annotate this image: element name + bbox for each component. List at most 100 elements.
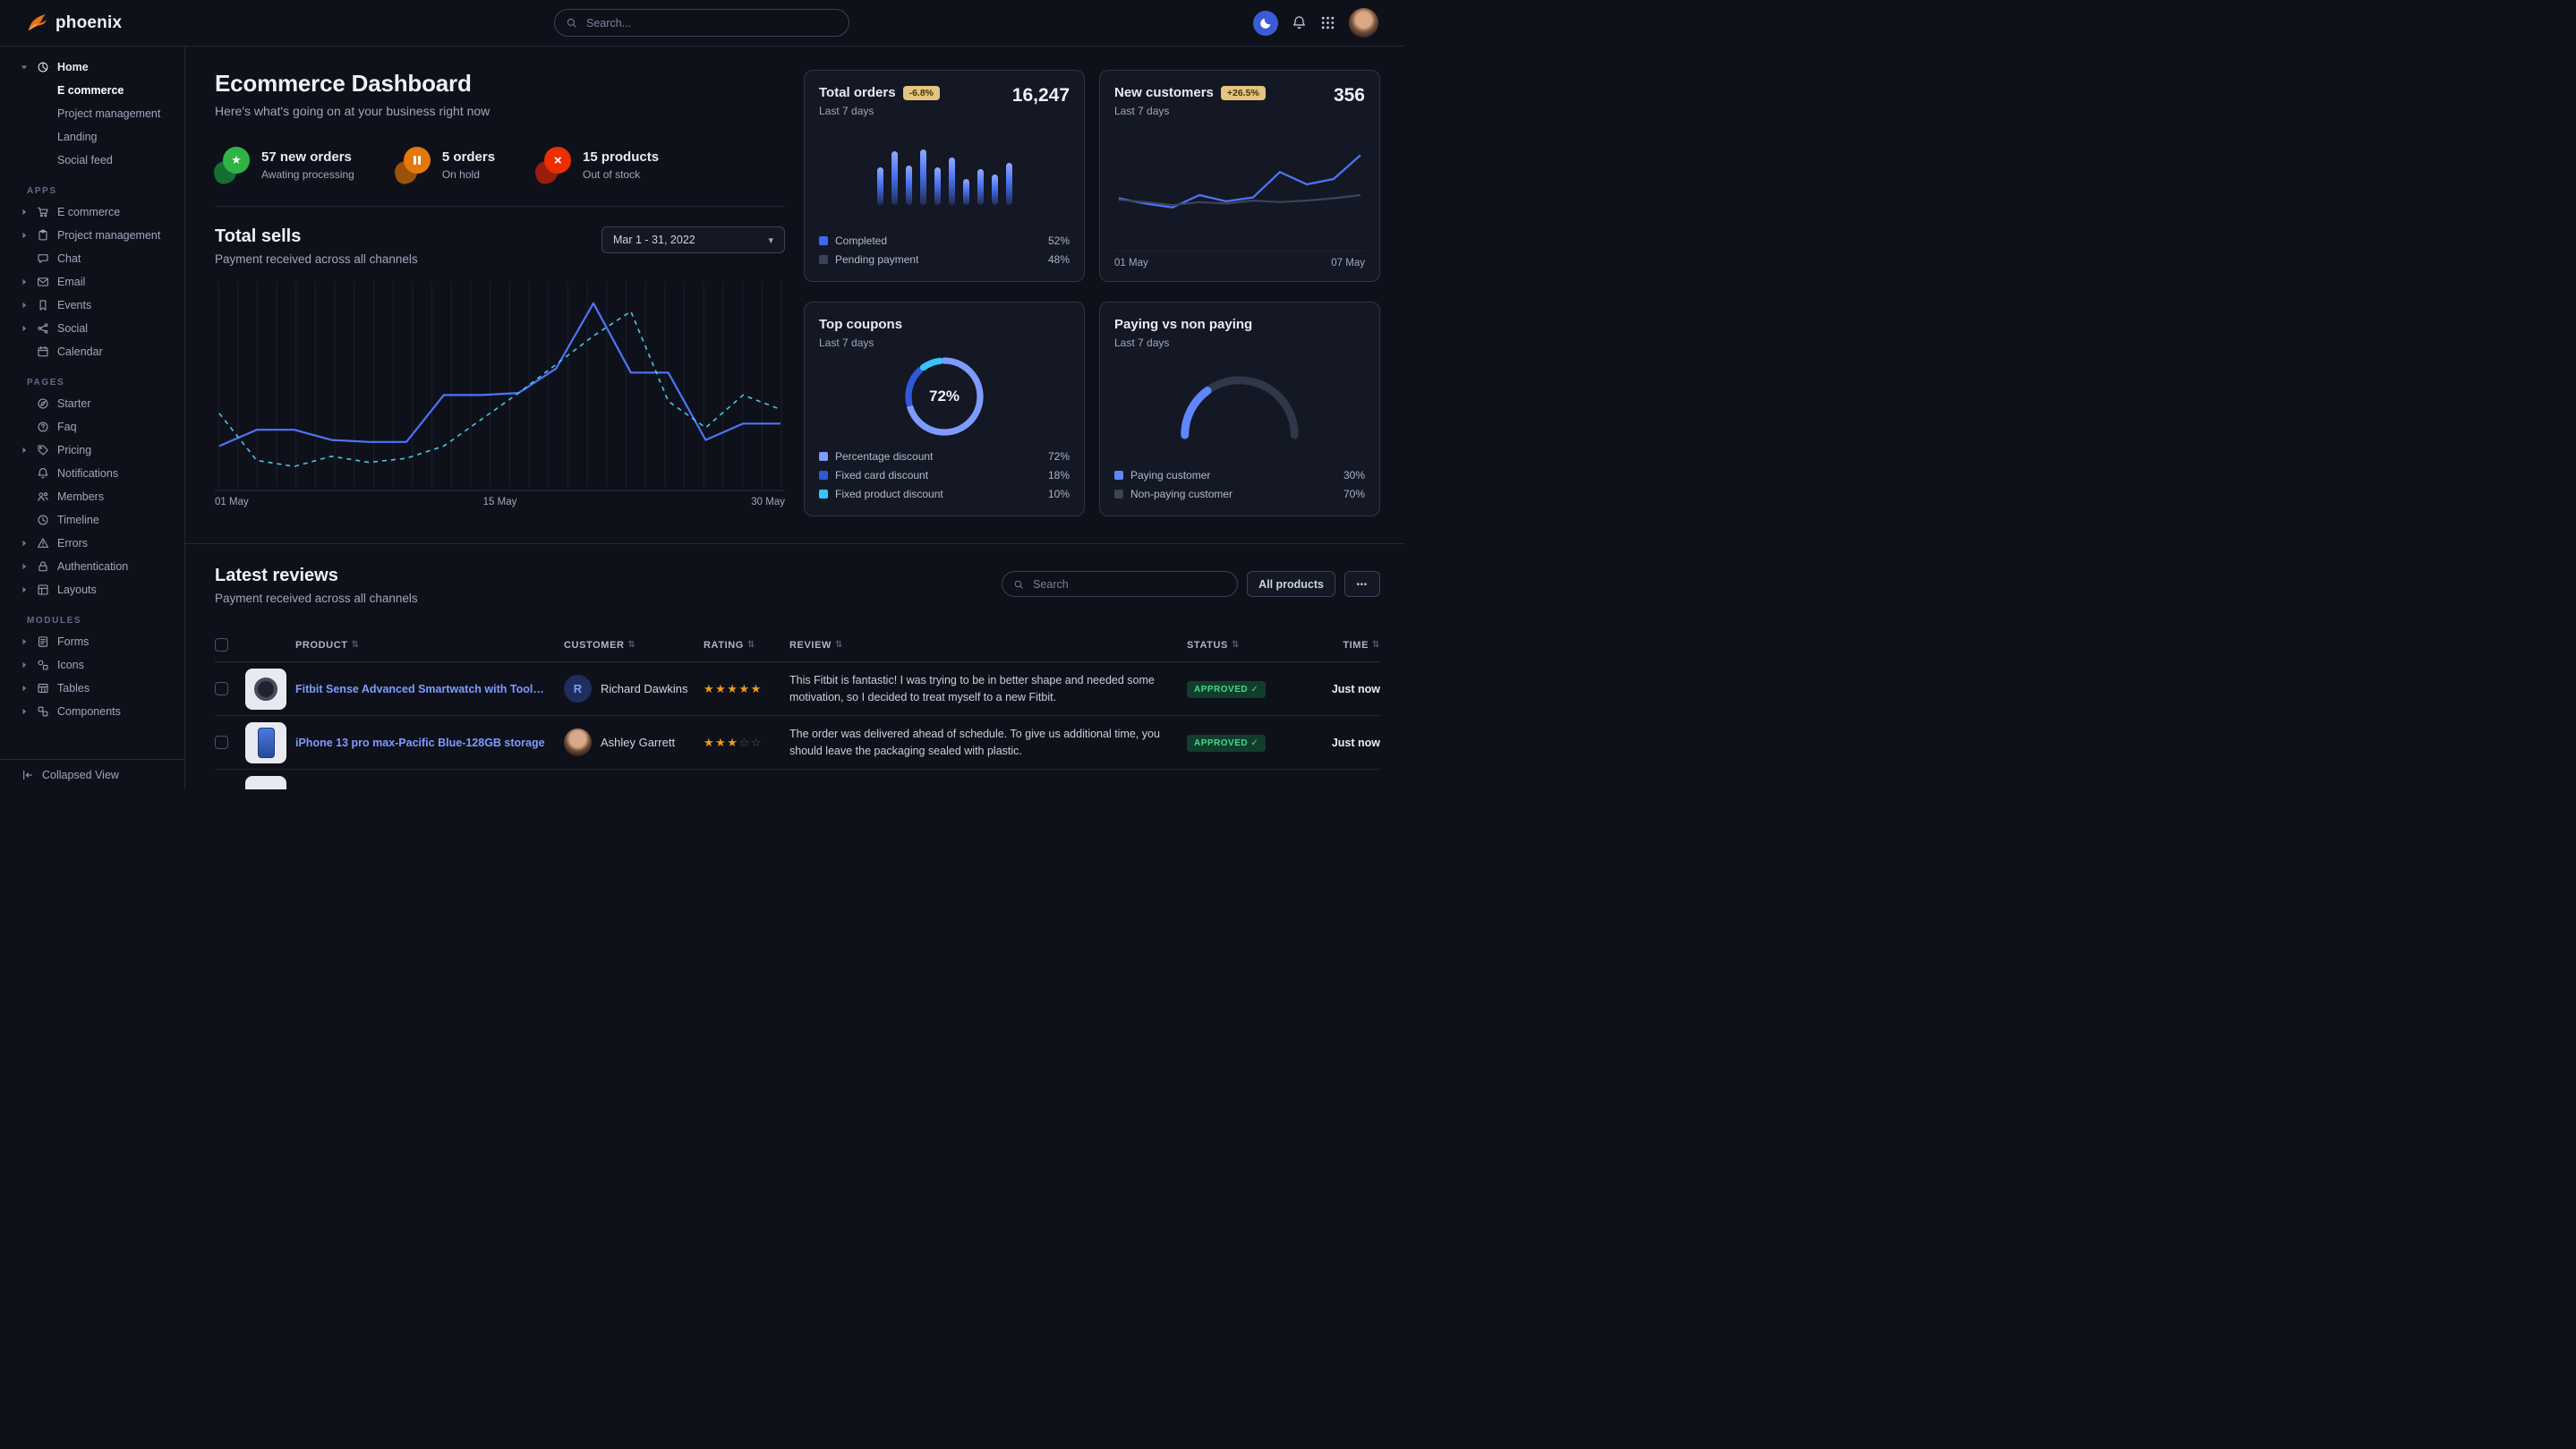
column-header-review[interactable]: REVIEW⇅ xyxy=(789,640,1187,651)
chevron-down-icon: ▾ xyxy=(768,234,773,246)
sidebar-item-label: Social xyxy=(57,322,88,335)
customer-cell: Ashley Garrett xyxy=(564,729,704,756)
sidebar-item-authentication[interactable]: Authentication xyxy=(0,555,184,578)
column-header-rating[interactable]: RATING⇅ xyxy=(704,640,789,651)
order-bar xyxy=(949,158,955,205)
column-header-product[interactable]: PRODUCT⇅ xyxy=(295,640,564,651)
caret-right-icon xyxy=(20,682,32,695)
sidebar-item-e-commerce[interactable]: E commerce xyxy=(0,200,184,224)
sidebar-section-label: PAGES xyxy=(0,378,184,388)
collapsed-view-toggle[interactable]: Collapsed View xyxy=(0,759,184,789)
phone-image xyxy=(258,728,275,758)
caret-spacer xyxy=(20,514,32,526)
reviews-search-input[interactable] xyxy=(1031,577,1226,592)
caretr-icon xyxy=(18,584,30,596)
select-all-checkbox[interactable] xyxy=(215,638,228,652)
sidebar-item-chat[interactable]: Chat xyxy=(0,247,184,270)
sidebar-item-calendar[interactable]: Calendar xyxy=(0,340,184,363)
more-options-button[interactable]: ⋯ xyxy=(1344,571,1380,597)
date-range-value: Mar 1 - 31, 2022 xyxy=(613,234,695,246)
sidebar-item-e-commerce[interactable]: E commerce xyxy=(0,79,184,102)
sidebar-item-forms[interactable]: Forms xyxy=(0,630,184,653)
stat-title: 5 orders xyxy=(442,149,495,166)
sidebar-item-project-management[interactable]: Project management xyxy=(0,224,184,247)
column-header-time[interactable]: TIME⇅ xyxy=(1303,640,1380,651)
caret-spacer xyxy=(20,397,32,410)
legend-swatch xyxy=(1114,490,1123,499)
sidebar-item-landing[interactable]: Landing xyxy=(0,125,184,149)
brand[interactable]: phoenix xyxy=(25,12,122,35)
collapse-icon xyxy=(21,769,34,781)
sidebar-item-icons[interactable]: Icons xyxy=(0,653,184,677)
sidebar-item-errors[interactable]: Errors xyxy=(0,532,184,555)
product-thumbnail xyxy=(245,669,286,710)
date-range-select[interactable]: Mar 1 - 31, 2022 ▾ xyxy=(601,226,785,253)
column-header-status[interactable]: STATUS⇅ xyxy=(1187,640,1303,651)
new-customers-chart-svg xyxy=(1114,141,1365,227)
total-sells-chart-svg xyxy=(215,278,785,491)
legend-item: Pending payment48% xyxy=(819,250,1070,268)
user-avatar[interactable] xyxy=(1349,8,1378,38)
caret-spacer xyxy=(20,345,32,358)
row-checkbox[interactable] xyxy=(215,682,228,695)
navbar-search-input[interactable] xyxy=(584,16,838,30)
paying-legend: Paying customer30%Non-paying customer70% xyxy=(1114,465,1365,503)
product-link[interactable]: iPhone 13 pro max-Pacific Blue-128GB sto… xyxy=(295,737,564,749)
sidebar-item-project-management[interactable]: Project management xyxy=(0,102,184,125)
top-coupons-center-value: 72% xyxy=(900,352,989,441)
review-text: This Fitbit is fantastic! I was trying t… xyxy=(789,672,1187,704)
sidebar-item-social-feed[interactable]: Social feed xyxy=(0,149,184,172)
sidebar-item-home[interactable]: Home xyxy=(0,55,184,79)
caret-right-icon xyxy=(20,560,32,573)
caretr-icon xyxy=(18,299,30,311)
sidebar-item-tables[interactable]: Tables xyxy=(0,677,184,700)
chat-icon xyxy=(37,252,49,265)
apps-grid-button[interactable] xyxy=(1320,15,1335,30)
product-thumbnail xyxy=(245,776,286,790)
sidebar-section-label: APPS xyxy=(0,186,184,196)
caret-right-icon xyxy=(20,206,32,218)
sidebar-nav: HomeE commerceProject managementLandingS… xyxy=(0,55,184,759)
sort-icon: ⇅ xyxy=(747,640,755,650)
sidebar-item-label: Icons xyxy=(57,659,84,671)
sidebar-item-events[interactable]: Events xyxy=(0,294,184,317)
table-row xyxy=(215,770,1380,789)
legend-swatch xyxy=(1114,471,1123,480)
caretr-icon xyxy=(18,659,30,671)
sidebar-item-layouts[interactable]: Layouts xyxy=(0,578,184,601)
sidebar-item-notifications[interactable]: Notifications xyxy=(0,462,184,485)
legend-label: Non-paying customer xyxy=(1130,488,1233,500)
tag-icon xyxy=(37,444,49,456)
app-root: phoenix HomeE commerceProject management… xyxy=(0,0,1403,789)
bell-icon xyxy=(1292,15,1307,30)
order-stats: ★57 new ordersAwating processing5 orders… xyxy=(215,145,785,184)
calendar-icon xyxy=(37,345,49,358)
review-text: The order was delivered ahead of schedul… xyxy=(789,726,1187,758)
sidebar-item-members[interactable]: Members xyxy=(0,485,184,508)
sidebar-item-components[interactable]: Components xyxy=(0,700,184,723)
notifications-button[interactable] xyxy=(1292,15,1307,30)
legend-label: Paying customer xyxy=(1130,469,1210,482)
legend-swatch xyxy=(819,490,828,499)
caretr-icon xyxy=(18,560,30,573)
sidebar-item-email[interactable]: Email xyxy=(0,270,184,294)
sidebar-item-label: Components xyxy=(57,705,121,718)
sidebar-item-starter[interactable]: Starter xyxy=(0,392,184,415)
compass-icon xyxy=(37,397,49,410)
legend-swatch xyxy=(819,236,828,245)
theme-toggle-button[interactable] xyxy=(1253,11,1278,36)
product-link[interactable]: Fitbit Sense Advanced Smartwatch with To… xyxy=(295,683,564,695)
sidebar-item-social[interactable]: Social xyxy=(0,317,184,340)
bookmark-icon xyxy=(37,299,49,311)
sidebar-item-pricing[interactable]: Pricing xyxy=(0,439,184,462)
sidebar-item-faq[interactable]: Faq xyxy=(0,415,184,439)
all-products-button[interactable]: All products xyxy=(1247,571,1335,597)
order-bar xyxy=(934,167,941,204)
stat-subtitle: On hold xyxy=(442,168,495,181)
sidebar-item-timeline[interactable]: Timeline xyxy=(0,508,184,532)
legend-label: Completed xyxy=(835,234,887,247)
row-checkbox[interactable] xyxy=(215,736,228,749)
column-header-customer[interactable]: CUSTOMER⇅ xyxy=(564,640,704,651)
x-label: 07 May xyxy=(1331,258,1365,268)
legend-label: Fixed card discount xyxy=(835,469,928,482)
